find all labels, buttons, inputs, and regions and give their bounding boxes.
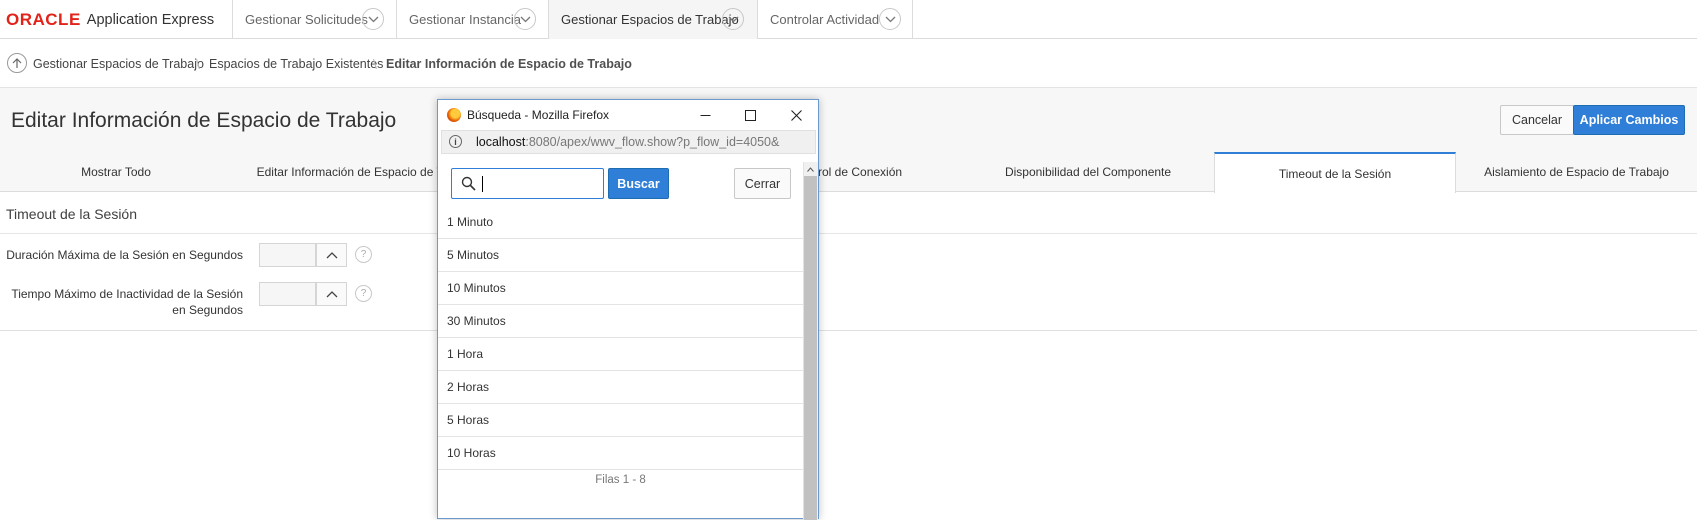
close-icon[interactable] xyxy=(781,104,811,126)
nav-tab-label: Gestionar Solicitudes xyxy=(245,12,368,27)
help-icon[interactable]: ? xyxy=(355,246,372,263)
search-popup-window: Búsqueda - Mozilla Firefox i localhost:8… xyxy=(437,99,819,520)
inactividad-maxima-lov-button[interactable] xyxy=(316,282,347,306)
pagination-info: Filas 1 - 8 xyxy=(595,474,646,486)
url-path: :8080/apex/wwv_flow.show?p_flow_id=4050& xyxy=(525,135,780,149)
scroll-up-icon[interactable] xyxy=(804,162,817,176)
list-item[interactable]: 5 Horas xyxy=(438,404,803,437)
arrow-up-icon[interactable] xyxy=(7,53,27,73)
minimize-icon[interactable] xyxy=(690,104,720,126)
list-item[interactable]: 1 Minuto xyxy=(438,206,803,239)
field-label-inactividad-line2: en Segundos xyxy=(172,303,243,317)
popup-search-input[interactable] xyxy=(451,168,604,199)
popup-url: localhost:8080/apex/wwv_flow.show?p_flow… xyxy=(476,135,811,149)
nav-tab-gestionar-instancia[interactable]: Gestionar Instancia xyxy=(396,0,548,39)
popup-titlebar[interactable]: Búsqueda - Mozilla Firefox xyxy=(438,100,818,130)
nav-tab-label: Gestionar Espacios de Trabajo xyxy=(561,12,739,27)
duracion-maxima-lov-button[interactable] xyxy=(316,243,347,267)
tab-editar-informacion[interactable]: Editar Información de Espacio de Tr xyxy=(232,152,472,192)
logo-oracle-text: ORACLE xyxy=(6,10,81,29)
chevron-down-icon[interactable] xyxy=(514,8,536,30)
buscar-button[interactable]: Buscar xyxy=(608,168,669,199)
region-bottom-border xyxy=(0,330,1697,331)
breadcrumb-item-current: Editar Información de Espacio de Trabajo xyxy=(386,57,632,71)
firefox-icon xyxy=(447,108,461,122)
list-item[interactable]: 10 Minutos xyxy=(438,272,803,305)
page-title: Editar Información de Espacio de Trabajo xyxy=(11,109,397,132)
help-icon[interactable]: ? xyxy=(355,285,372,302)
chevron-down-icon[interactable] xyxy=(722,8,744,30)
popup-window-title: Búsqueda - Mozilla Firefox xyxy=(467,108,610,122)
scrollbar-thumb[interactable] xyxy=(804,176,817,520)
tab-mostrar-todo[interactable]: Mostrar Todo xyxy=(0,152,232,192)
list-item[interactable]: 1 Hora xyxy=(438,338,803,371)
chevron-down-icon[interactable] xyxy=(362,8,384,30)
tab-timeout-sesion[interactable]: Timeout de la Sesión xyxy=(1214,152,1456,193)
nav-tab-gestionar-solicitudes[interactable]: Gestionar Solicitudes xyxy=(232,0,396,39)
breadcrumb-item-espacios-existentes[interactable]: Espacios de Trabajo Existentes xyxy=(209,57,383,71)
breadcrumb-separator: \ xyxy=(196,56,200,72)
oracle-apex-logo[interactable]: ORACLE Application Express xyxy=(6,10,214,30)
apply-changes-button[interactable]: Aplicar Cambios xyxy=(1573,105,1685,135)
info-icon[interactable]: i xyxy=(449,135,462,148)
list-item[interactable]: 10 Horas xyxy=(438,437,803,470)
nav-tab-label: Gestionar Instancia xyxy=(409,12,522,27)
cerrar-button[interactable]: Cerrar xyxy=(734,168,791,199)
tab-disponibilidad-componente[interactable]: Disponibilidad del Componente xyxy=(962,152,1214,192)
maximize-icon[interactable] xyxy=(735,104,765,126)
field-label-duracion-maxima: Duración Máxima de la Sesión en Segundos xyxy=(6,248,243,262)
logo-product-text: Application Express xyxy=(86,12,215,28)
duracion-maxima-input[interactable] xyxy=(259,243,316,267)
tab-aislamiento-espacio[interactable]: Aislamiento de Espacio de Trabajo xyxy=(1456,152,1697,192)
popup-url-bar[interactable]: i localhost:8080/apex/wwv_flow.show?p_fl… xyxy=(441,130,816,154)
breadcrumb-separator: \ xyxy=(373,56,377,72)
field-label-inactividad-line1: Tiempo Máximo de Inactividad de la Sesió… xyxy=(11,287,243,301)
list-item[interactable]: 2 Horas xyxy=(438,371,803,404)
search-icon xyxy=(461,176,476,196)
region-divider xyxy=(0,233,1697,234)
region-title: Timeout de la Sesión xyxy=(6,206,137,222)
nav-tab-gestionar-espacios[interactable]: Gestionar Espacios de Trabajo xyxy=(548,0,757,39)
nav-tab-controlar-actividad[interactable]: Controlar Actividad xyxy=(757,0,913,39)
chevron-down-icon[interactable] xyxy=(879,8,901,30)
cancel-button[interactable]: Cancelar xyxy=(1500,105,1574,135)
list-item[interactable]: 5 Minutos xyxy=(438,239,803,272)
list-item[interactable]: 30 Minutos xyxy=(438,305,803,338)
inactividad-maxima-input[interactable] xyxy=(259,282,316,306)
url-host: localhost xyxy=(476,135,526,149)
nav-tab-label: Controlar Actividad xyxy=(770,12,880,27)
text-caret xyxy=(482,176,483,192)
breadcrumb-item-gestionar-espacios[interactable]: Gestionar Espacios de Trabajo xyxy=(33,57,204,71)
